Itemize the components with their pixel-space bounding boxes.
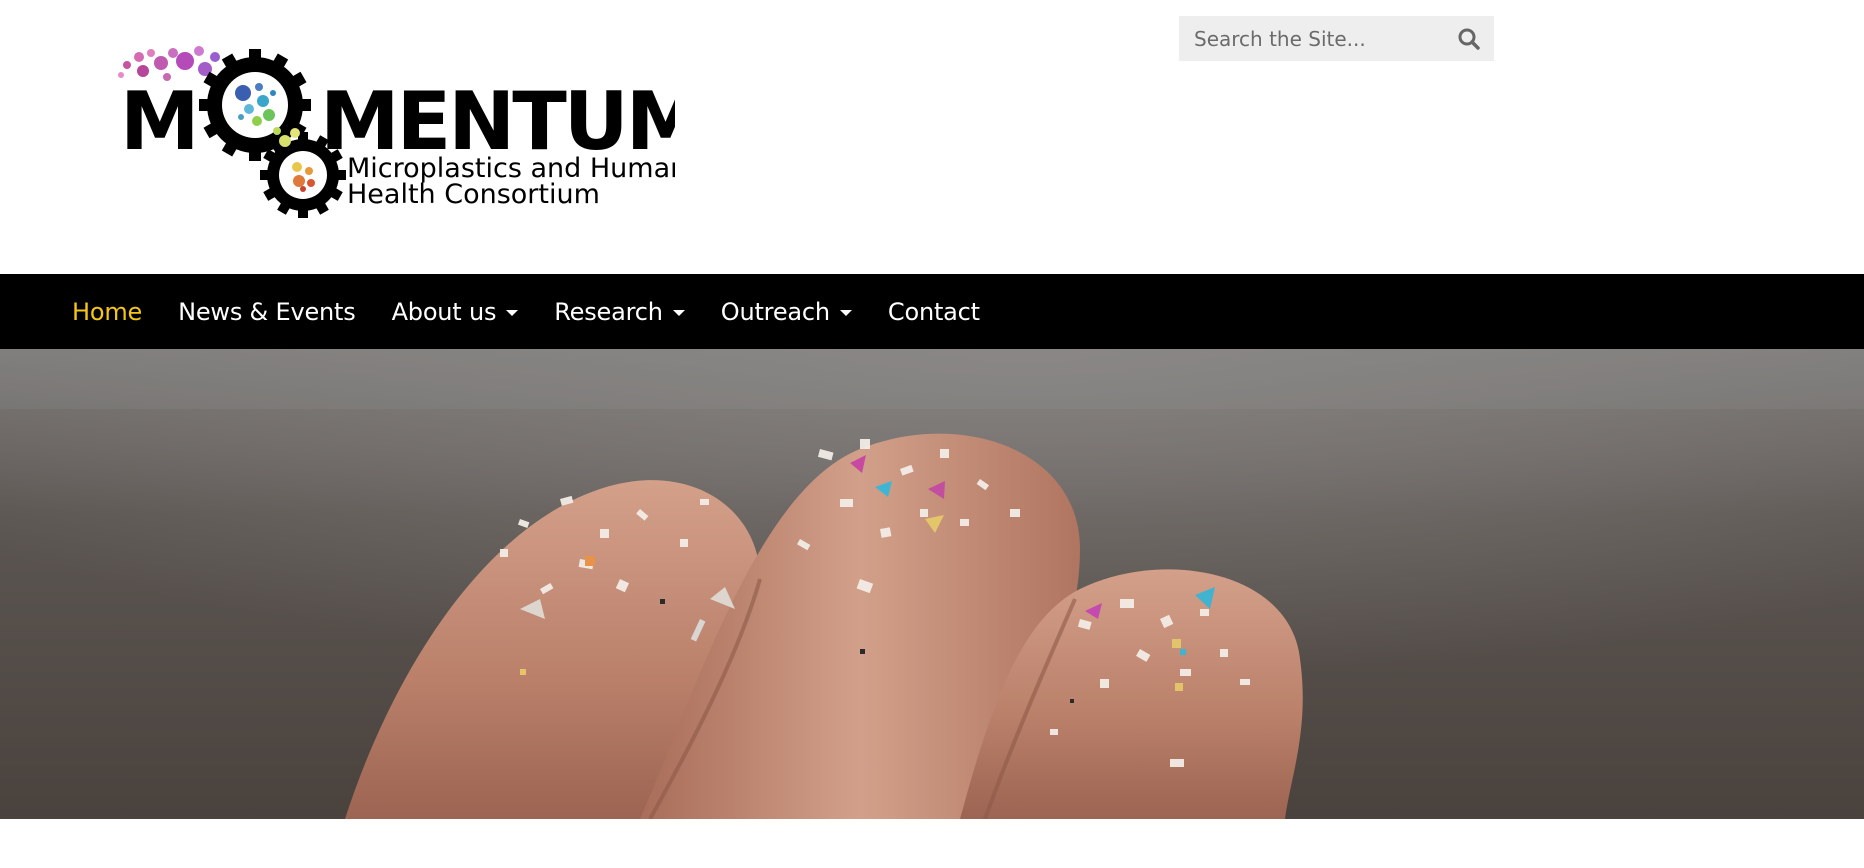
site-logo[interactable]: M MENTUM Microplastics and Human Health … xyxy=(115,45,675,225)
nav-item-label: About us xyxy=(391,297,497,326)
caret-down-icon xyxy=(672,310,685,316)
logo-wordmark: M xyxy=(120,75,197,168)
nav-item-label: Research xyxy=(554,297,663,326)
caret-down-icon xyxy=(839,310,852,316)
main-navigation: Home News & Events About us Research Out… xyxy=(0,274,1864,349)
search-box xyxy=(1179,16,1494,61)
nav-list: Home News & Events About us Research Out… xyxy=(72,274,1016,349)
nav-item-outreach[interactable]: Outreach xyxy=(721,298,852,326)
search-input[interactable] xyxy=(1179,16,1444,61)
nav-item-label: Outreach xyxy=(720,297,830,326)
nav-item-label: Home xyxy=(72,297,143,326)
search-icon[interactable] xyxy=(1456,26,1482,52)
caret-down-icon xyxy=(506,310,519,316)
nav-item-label: News & Events xyxy=(178,297,356,326)
logo-tagline-line2: Health Consortium xyxy=(347,179,600,210)
nav-item-about-us[interactable]: About us xyxy=(392,298,519,326)
site-header: M MENTUM Microplastics and Human Health … xyxy=(0,0,1864,274)
nav-item-contact[interactable]: Contact xyxy=(888,298,980,326)
nav-item-label: Contact xyxy=(887,297,980,326)
nav-item-news-events[interactable]: News & Events xyxy=(178,297,356,326)
hero-image xyxy=(0,349,1864,819)
nav-item-home[interactable]: Home xyxy=(72,298,142,326)
nav-item-research[interactable]: Research xyxy=(554,298,685,326)
